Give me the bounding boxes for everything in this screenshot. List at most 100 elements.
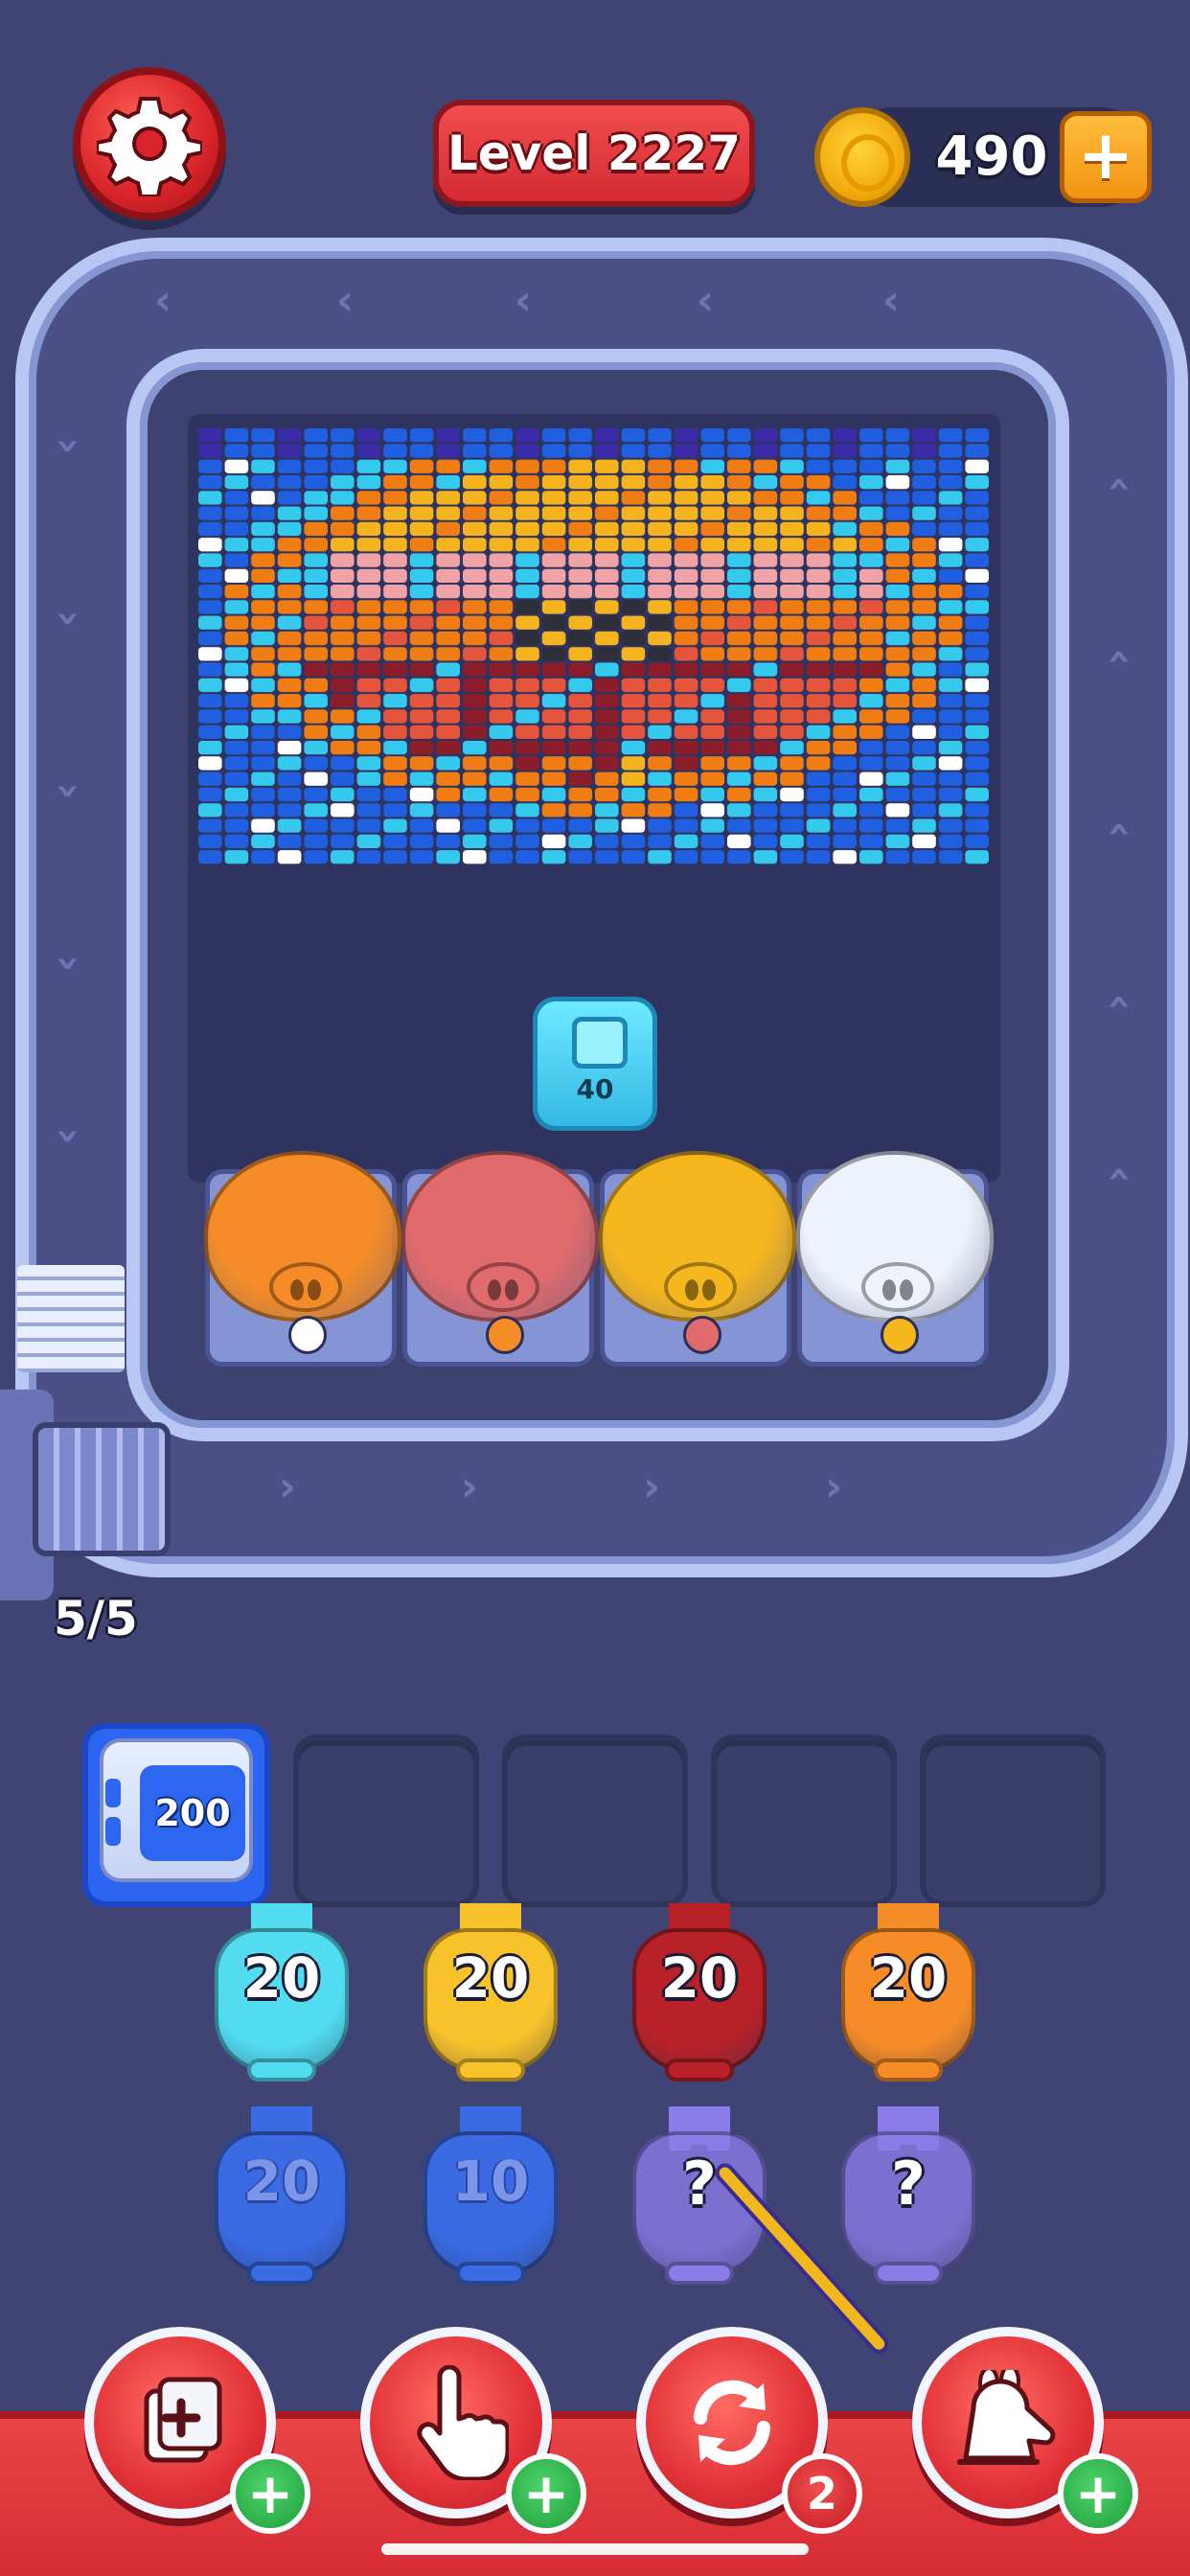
pixel-block bbox=[463, 568, 487, 583]
pixel-block bbox=[780, 662, 804, 677]
pixel-block bbox=[595, 741, 619, 755]
pixel-block bbox=[965, 428, 989, 443]
pixel-block bbox=[753, 647, 778, 661]
pixel-block bbox=[700, 756, 724, 770]
pixel-block bbox=[383, 834, 407, 849]
pixel-block bbox=[409, 631, 434, 646]
pixel-block bbox=[356, 568, 381, 583]
pixel-block bbox=[621, 474, 646, 490]
storage-slot-active[interactable]: 200 bbox=[82, 1723, 270, 1907]
pixel-block bbox=[356, 491, 381, 505]
buy-coins-button[interactable]: + bbox=[1060, 111, 1152, 203]
pixel-block bbox=[912, 506, 936, 520]
track-arrow-icon: › bbox=[44, 782, 94, 800]
pixel-block bbox=[859, 521, 883, 537]
pixel-block bbox=[753, 787, 778, 802]
pixel-block bbox=[541, 756, 566, 770]
pixel-block bbox=[331, 709, 355, 724]
pixel-block bbox=[753, 741, 778, 755]
pixel-block bbox=[648, 631, 672, 646]
pixel-block bbox=[780, 771, 804, 786]
pixel-block bbox=[833, 521, 857, 537]
pixel-block bbox=[515, 474, 539, 490]
pixel-block bbox=[806, 818, 831, 833]
pixel-block bbox=[780, 787, 804, 802]
pixel-block bbox=[753, 724, 778, 739]
pixel-block bbox=[251, 474, 275, 490]
pixel-block bbox=[409, 803, 434, 817]
pixel-block bbox=[753, 568, 778, 583]
pixel-block bbox=[727, 741, 751, 755]
pixel-block bbox=[331, 444, 355, 458]
pixel-block bbox=[356, 585, 381, 599]
pixel-block bbox=[727, 538, 751, 552]
pixel-block bbox=[251, 631, 275, 646]
pixel-block bbox=[251, 771, 275, 786]
pixel-block bbox=[251, 568, 275, 583]
pixel-block bbox=[833, 850, 857, 864]
pixel-block bbox=[912, 724, 936, 739]
pixel-block bbox=[436, 615, 460, 630]
pixel-block bbox=[753, 474, 778, 490]
pixel-block bbox=[859, 459, 883, 473]
pixel-block bbox=[304, 459, 328, 473]
pixel-block bbox=[304, 585, 328, 599]
pixel-block bbox=[304, 615, 328, 630]
pig-shooter[interactable] bbox=[796, 1151, 994, 1367]
bunny-block[interactable]: ? bbox=[841, 2106, 975, 2290]
pixel-block bbox=[198, 787, 222, 802]
pixel-block bbox=[648, 444, 672, 458]
storage-slot-empty[interactable] bbox=[920, 1735, 1106, 1907]
pixel-block bbox=[833, 662, 857, 677]
pixel-block bbox=[700, 803, 724, 817]
pixel-block bbox=[224, 709, 249, 724]
pixel-block bbox=[331, 662, 355, 677]
pixel-block bbox=[806, 678, 831, 693]
storage-slot-empty[interactable] bbox=[293, 1735, 479, 1907]
pixel-block bbox=[648, 850, 672, 864]
pixel-block bbox=[806, 491, 831, 505]
storage-slot-empty[interactable] bbox=[502, 1735, 688, 1907]
pixel-block bbox=[595, 662, 619, 677]
pixel-block bbox=[859, 662, 883, 677]
pixel-block bbox=[515, 521, 539, 537]
pig-shooter[interactable] bbox=[599, 1151, 796, 1367]
pixel-block bbox=[621, 553, 646, 567]
bunny-block[interactable]: 10 bbox=[423, 2106, 558, 2290]
pixel-block bbox=[885, 678, 910, 693]
pixel-block bbox=[331, 724, 355, 739]
bunny-block[interactable]: 20 bbox=[215, 1903, 349, 2087]
pixel-block bbox=[331, 647, 355, 661]
pixel-block bbox=[859, 834, 883, 849]
pixel-block bbox=[568, 444, 592, 458]
pixel-block bbox=[912, 474, 936, 490]
bunny-block[interactable]: 20 bbox=[423, 1903, 558, 2087]
pixel-block bbox=[674, 506, 698, 520]
pixel-block bbox=[621, 678, 646, 693]
pixel-block bbox=[304, 834, 328, 849]
pixel-block bbox=[436, 850, 460, 864]
pig-shooter[interactable] bbox=[401, 1151, 599, 1367]
bunny-block[interactable]: 20 bbox=[632, 1903, 767, 2087]
settings-button[interactable] bbox=[73, 67, 226, 220]
pixel-block bbox=[965, 459, 989, 473]
pixel-block bbox=[383, 631, 407, 646]
pixel-block bbox=[938, 709, 963, 724]
pixel-block bbox=[463, 585, 487, 599]
pixel-block bbox=[727, 850, 751, 864]
pixel-block bbox=[859, 694, 883, 708]
pixel-block bbox=[674, 803, 698, 817]
bunny-block[interactable]: 20 bbox=[841, 1903, 975, 2087]
pixel-block bbox=[331, 771, 355, 786]
pixel-block bbox=[304, 506, 328, 520]
bunny-block[interactable]: 20 bbox=[215, 2106, 349, 2290]
pixel-block bbox=[912, 771, 936, 786]
pixel-block bbox=[568, 803, 592, 817]
pixel-block bbox=[463, 724, 487, 739]
pig-shooter[interactable] bbox=[204, 1151, 401, 1367]
pixel-block bbox=[595, 568, 619, 583]
pixel-block bbox=[674, 428, 698, 443]
pixel-block bbox=[912, 459, 936, 473]
pixel-block bbox=[621, 521, 646, 537]
storage-slot-empty[interactable] bbox=[711, 1735, 897, 1907]
